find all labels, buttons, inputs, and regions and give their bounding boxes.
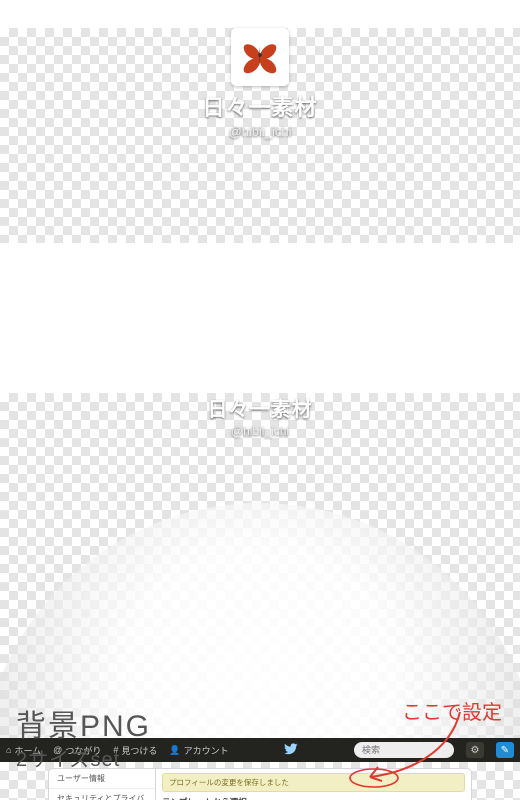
settings-gear-icon[interactable]: ⚙: [466, 742, 484, 758]
butterfly-icon: [240, 35, 280, 80]
twitter-bird-icon: [284, 742, 298, 758]
template-section-heading: テンプレートから選択: [162, 796, 465, 800]
profile-preview-large: 日々一素材 @hibii_ichi: [0, 393, 520, 738]
home-icon: ⌂: [6, 745, 11, 755]
nav-account[interactable]: 👤 アカウント: [169, 744, 228, 757]
overlay-subtitle: 2サイズset: [16, 743, 120, 772]
person-icon: 👤: [169, 745, 180, 756]
profile-preview-small: 日々一素材 @hibii_ichi: [0, 28, 520, 243]
display-name: 日々一素材: [0, 90, 520, 122]
compose-tweet-button[interactable]: ✎: [496, 742, 514, 758]
settings-sidebar: ユーザー情報セキュリティとプライバシーパスワードモバイルメール通知プロフィールデ…: [48, 768, 156, 800]
search-input[interactable]: [354, 742, 454, 758]
settings-main: プロフィールの変更を保存しました テンプレートから選択 Themeleonを見て…: [156, 768, 472, 800]
nav-account-label: アカウント: [184, 744, 229, 757]
handle: @hibii_ichi: [0, 424, 520, 438]
nav-discover-label: 見つける: [121, 744, 157, 757]
overlay-callout: ここで設定: [402, 696, 502, 725]
sidebar-item[interactable]: ユーザー情報: [49, 769, 155, 789]
display-name: 日々一素材: [0, 393, 520, 422]
avatar: [231, 28, 289, 86]
overlay-title: 背景PNG: [16, 701, 151, 745]
flash-message: プロフィールの変更を保存しました: [162, 773, 465, 792]
sidebar-item[interactable]: セキュリティとプライバシー: [49, 789, 155, 800]
handle: @hibii_ichi: [0, 124, 520, 139]
